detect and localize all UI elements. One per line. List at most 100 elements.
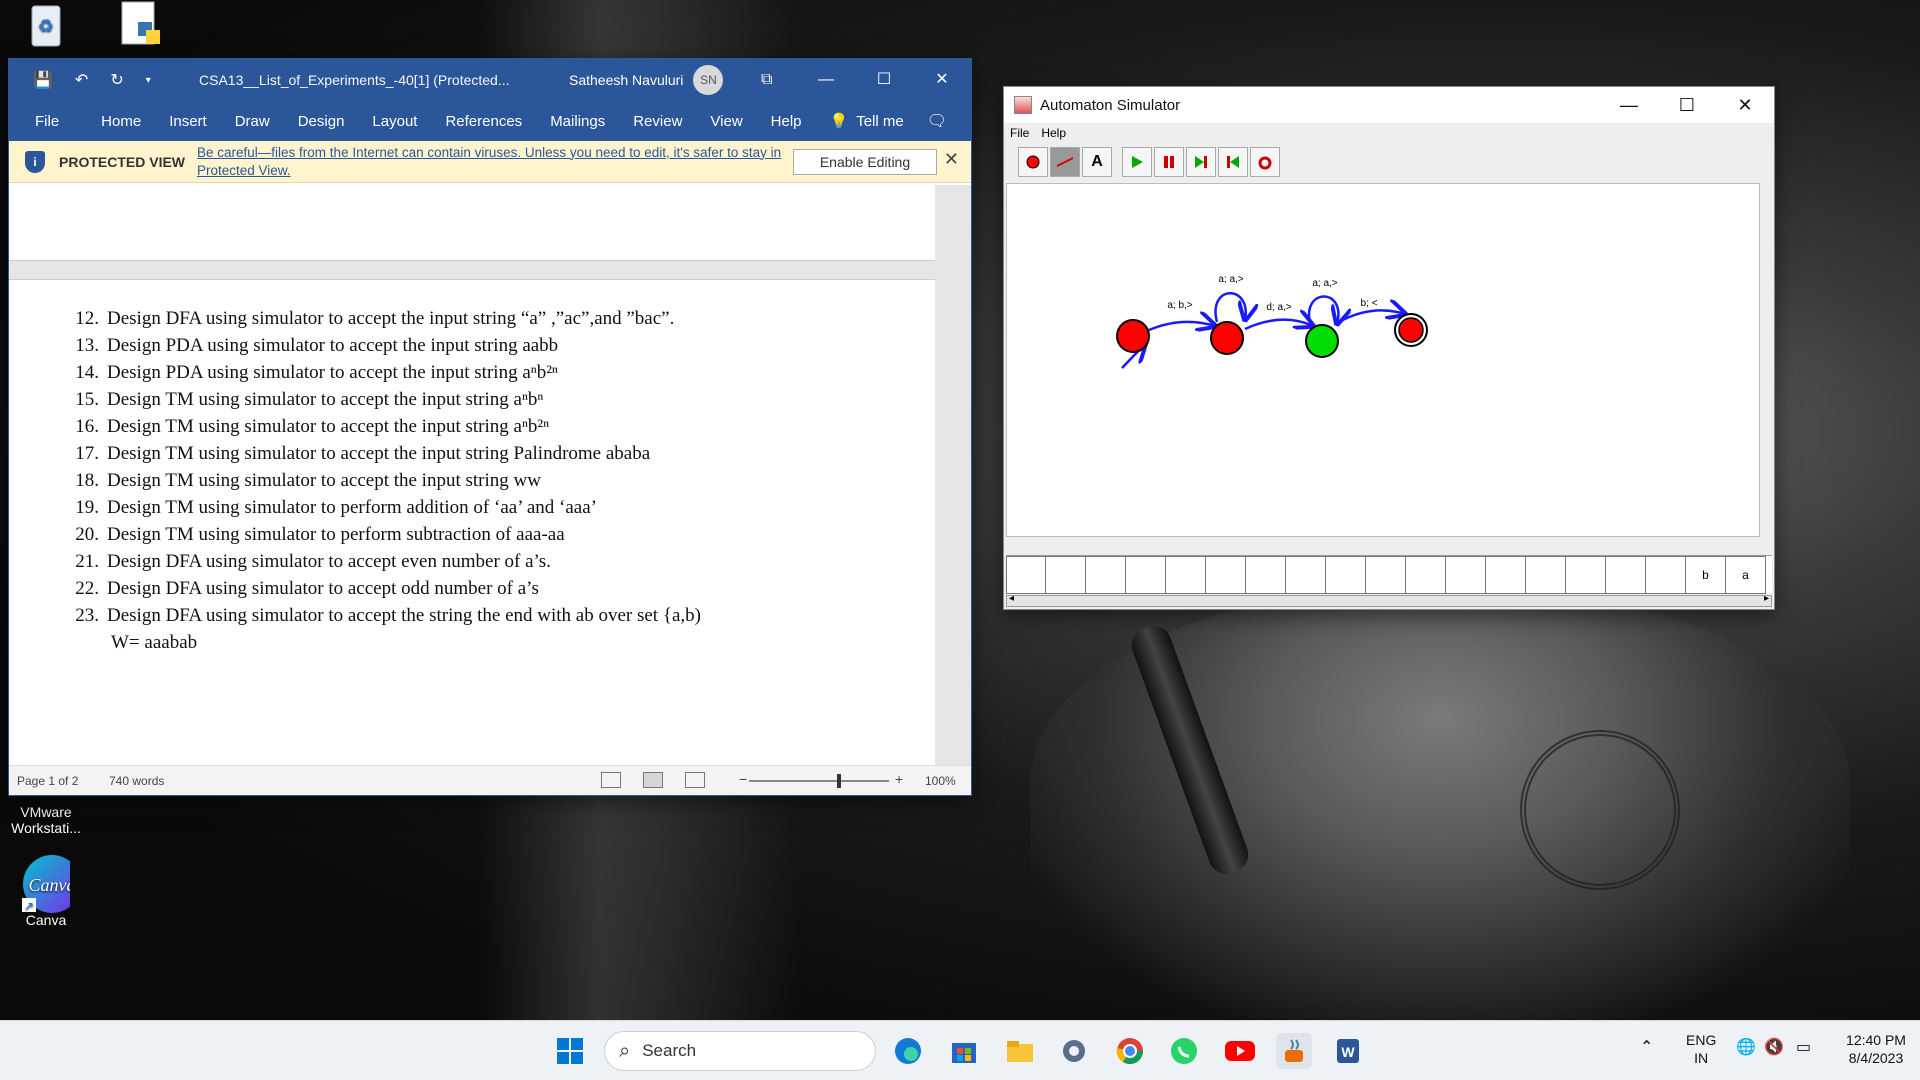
tell-me-box[interactable]: 💡 Tell me [830, 112, 904, 131]
save-icon[interactable]: 💾 [33, 70, 53, 90]
edge-browser-icon[interactable] [890, 1033, 926, 1069]
tape-cell[interactable]: b [1686, 556, 1726, 594]
whatsapp-icon[interactable] [1166, 1033, 1202, 1069]
tab-mailings[interactable]: Mailings [550, 113, 605, 130]
close-button[interactable]: ✕ [913, 59, 971, 101]
read-mode-button[interactable] [601, 772, 621, 788]
microsoft-store-icon[interactable] [946, 1033, 982, 1069]
tape-cell[interactable] [1566, 556, 1606, 594]
state-q0[interactable] [1116, 319, 1150, 353]
tape-cell[interactable] [1526, 556, 1566, 594]
tape-cell[interactable]: a [1726, 556, 1766, 594]
undo-icon[interactable]: ↶ [75, 70, 88, 90]
file-explorer-icon[interactable] [1002, 1033, 1038, 1069]
search-input[interactable]: ⌕ Search [604, 1031, 876, 1071]
state-q2[interactable] [1305, 324, 1339, 358]
tape-cell[interactable] [1366, 556, 1406, 594]
close-button[interactable]: ✕ [1716, 87, 1774, 123]
automaton-simulator-window[interactable]: Automaton Simulator — ☐ ✕ File Help A a;… [1003, 86, 1775, 610]
minimize-button[interactable]: — [1600, 87, 1658, 123]
scroll-right-icon[interactable]: ▸ [1764, 593, 1769, 604]
menu-help[interactable]: Help [1041, 126, 1066, 140]
tape-cell[interactable] [1046, 556, 1086, 594]
transition-loop[interactable] [1307, 295, 1338, 326]
print-layout-button[interactable] [643, 772, 663, 788]
show-hidden-icons-chevron-icon[interactable]: ⌃ [1640, 1039, 1653, 1057]
youtube-icon[interactable] [1222, 1033, 1258, 1069]
desktop-icon-vmware[interactable]: VMware Workstati... [6, 804, 86, 836]
maximize-button[interactable]: ☐ [855, 59, 913, 101]
transition-loop[interactable] [1214, 292, 1246, 322]
tab-review[interactable]: Review [633, 113, 682, 130]
automaton-title-bar[interactable]: Automaton Simulator — ☐ ✕ [1004, 87, 1774, 123]
tape-cell[interactable] [1646, 556, 1686, 594]
document-area[interactable]: 12. Design DFA using simulator to accept … [9, 185, 971, 767]
tab-view[interactable]: View [710, 113, 742, 130]
tape-cell[interactable] [1406, 556, 1446, 594]
transition-edge[interactable] [1338, 310, 1405, 324]
tab-file[interactable]: File [35, 113, 59, 130]
protected-view-message[interactable]: Be careful—files from the Internet can c… [197, 144, 797, 180]
tab-insert[interactable]: Insert [169, 113, 207, 130]
add-transition-button[interactable] [1050, 147, 1080, 177]
word-window[interactable]: 💾 ↶ ↻ ▾ CSA13__List_of_Experiments_-40[1… [8, 58, 972, 796]
input-tape[interactable]: ba [1006, 555, 1772, 594]
volume-muted-icon[interactable]: 🔇 [1764, 1039, 1784, 1057]
tape-cell[interactable] [1606, 556, 1646, 594]
settings-gear-icon[interactable] [1056, 1033, 1092, 1069]
zoom-level[interactable]: 100% [925, 774, 956, 788]
desktop-icon-canva[interactable]: Canva↗ Canva [6, 855, 86, 928]
step-button[interactable] [1186, 147, 1216, 177]
page-count[interactable]: Page 1 of 2 [17, 774, 109, 788]
tab-home[interactable]: Home [101, 113, 141, 130]
add-state-button[interactable] [1018, 147, 1048, 177]
close-icon[interactable]: ✕ [944, 149, 959, 170]
transition-edge[interactable] [1244, 320, 1313, 331]
avatar[interactable]: SN [693, 65, 724, 95]
tape-cell[interactable] [1486, 556, 1526, 594]
clear-button[interactable] [1250, 147, 1280, 177]
run-button[interactable] [1122, 147, 1152, 177]
zoom-out-button[interactable]: − [739, 771, 747, 787]
customize-qat-icon[interactable]: ▾ [146, 75, 151, 86]
web-layout-button[interactable] [685, 772, 705, 788]
user-account[interactable]: Satheesh Navuluri SN [569, 65, 724, 95]
word-taskbar-icon[interactable]: W [1330, 1033, 1366, 1069]
tape-cell[interactable] [1006, 556, 1046, 594]
tab-layout[interactable]: Layout [372, 113, 417, 130]
zoom-slider[interactable] [749, 774, 889, 788]
tape-cell[interactable] [1286, 556, 1326, 594]
tape-cell[interactable] [1326, 556, 1366, 594]
word-title-bar[interactable]: 💾 ↶ ↻ ▾ CSA13__List_of_Experiments_-40[1… [9, 59, 971, 101]
recycle-bin-icon[interactable]: ♻ [6, 0, 86, 52]
python-file-icon[interactable] [100, 0, 180, 52]
redo-icon[interactable]: ↻ [110, 70, 123, 90]
chrome-icon[interactable] [1112, 1033, 1148, 1069]
tab-design[interactable]: Design [298, 113, 345, 130]
pause-button[interactable] [1154, 147, 1184, 177]
text-tool-button[interactable]: A [1082, 147, 1112, 177]
enable-editing-button[interactable]: Enable Editing [793, 149, 937, 175]
tape-scrollbar[interactable]: ◂ ▸ [1006, 593, 1772, 607]
java-app-taskbar-icon[interactable] [1276, 1033, 1312, 1069]
ribbon-display-options-icon[interactable]: ⧉ [761, 71, 772, 89]
network-globe-icon[interactable]: 🌐 [1736, 1039, 1756, 1057]
zoom-in-button[interactable]: + [895, 771, 903, 787]
tape-cell[interactable] [1166, 556, 1206, 594]
tab-help[interactable]: Help [771, 113, 802, 130]
vertical-scrollbar[interactable] [935, 185, 969, 767]
transition-edge[interactable] [1148, 322, 1215, 330]
menu-file[interactable]: File [1010, 126, 1029, 140]
tape-cell[interactable] [1446, 556, 1486, 594]
language-indicator[interactable]: ENG IN [1686, 1031, 1716, 1067]
tape-cell[interactable] [1086, 556, 1126, 594]
zoom-slider-knob[interactable] [837, 774, 842, 788]
battery-icon[interactable]: ▭ [1796, 1039, 1811, 1057]
minimize-button[interactable]: — [797, 59, 855, 101]
word-count[interactable]: 740 words [109, 774, 164, 788]
tape-cell[interactable] [1246, 556, 1286, 594]
comments-icon[interactable]: 🗨 [927, 111, 947, 131]
tape-cell[interactable] [1206, 556, 1246, 594]
clock[interactable]: 12:40 PM 8/4/2023 [1836, 1031, 1916, 1067]
automaton-canvas[interactable]: a; a,> a; b,> d; a,> a; a,> b; < [1006, 183, 1760, 537]
